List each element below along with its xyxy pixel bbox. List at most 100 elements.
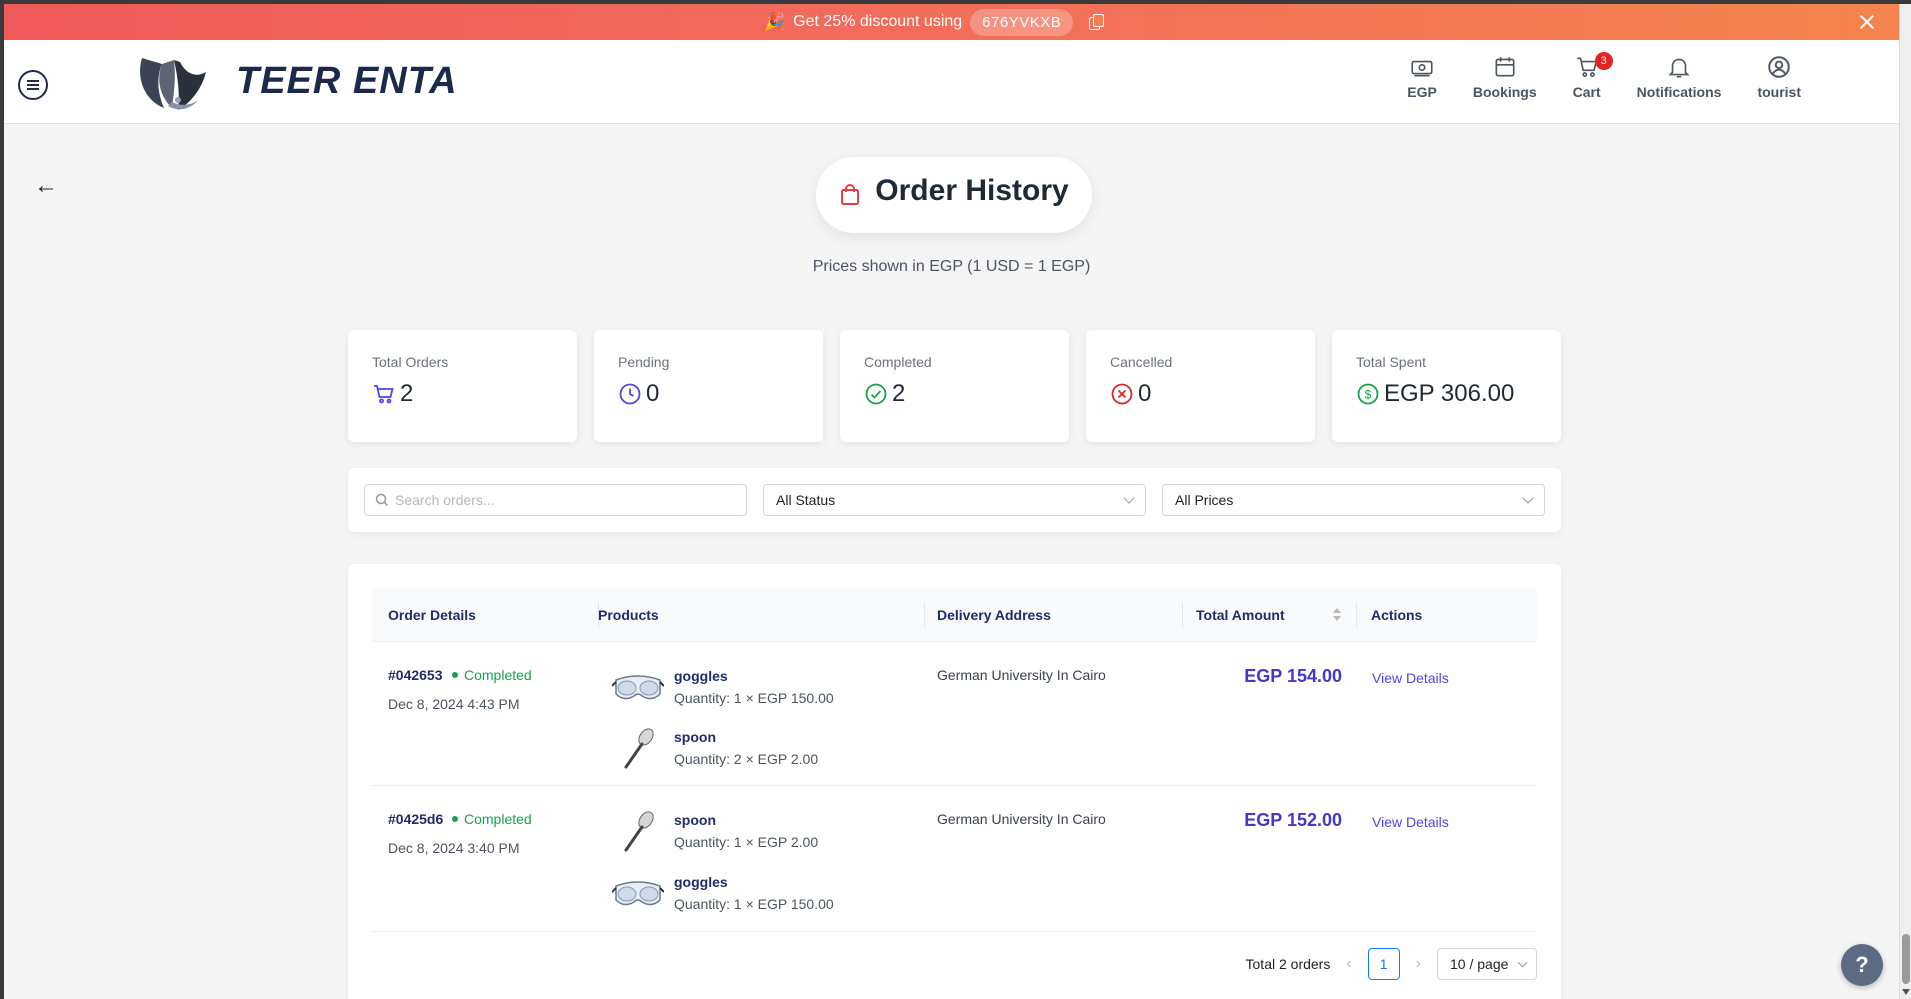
goggles-image (612, 664, 664, 712)
status-text: Completed (464, 811, 532, 827)
svg-text:$: $ (1365, 388, 1372, 402)
orders-table: Order Details Products Delivery Address … (348, 564, 1561, 999)
product-name[interactable]: goggles (674, 668, 834, 684)
spoon-image (612, 808, 664, 856)
back-button[interactable]: ← (34, 172, 58, 200)
scrollbar[interactable] (1899, 4, 1911, 999)
promo-code[interactable]: 676YVKXB (970, 8, 1074, 36)
chevron-down-icon (1522, 492, 1534, 504)
status-filter-value: All Status (776, 492, 836, 508)
status-badge: Completed (452, 811, 532, 827)
order-date: Dec 8, 2024 4:43 PM (388, 696, 520, 712)
prev-page-icon[interactable]: ‹ (1346, 955, 1351, 973)
nav-menu: EGP Bookings 3 Cart Notifications touris… (1389, 52, 1819, 100)
stat-label: Completed (864, 354, 932, 370)
column-total-amount[interactable]: Total Amount (1196, 607, 1285, 623)
nav-cart[interactable]: 3 Cart (1555, 52, 1619, 100)
product-item: goggles Quantity: 1 × EGP 150.00 (612, 870, 834, 918)
view-details-link[interactable]: View Details (1372, 670, 1449, 686)
dollar-circle-icon: $ (1357, 383, 1379, 405)
order-date: Dec 8, 2024 3:40 PM (388, 840, 520, 856)
stats-row: Total Orders 2 Pending 0 Completed 2 Can… (348, 330, 1561, 442)
product-quantity: Quantity: 1 × EGP 2.00 (674, 834, 819, 850)
cart-count-badge: 3 (1594, 52, 1613, 70)
currency-icon (1411, 60, 1433, 77)
delivery-address: German University In Cairo (937, 811, 1106, 827)
stat-value: 0 (1138, 380, 1152, 407)
goggles-image (612, 870, 664, 918)
product-item: spoon Quantity: 1 × EGP 2.00 (612, 808, 818, 856)
product-name[interactable]: goggles (674, 874, 834, 890)
party-icon: 🎉 (764, 12, 786, 31)
close-icon[interactable] (1857, 12, 1877, 32)
sort-icon[interactable] (1332, 607, 1342, 623)
logo-icon (140, 58, 206, 110)
app-window: 🎉 Get 25% discount using 676YVKXB TEER E… (4, 4, 1899, 999)
order-id[interactable]: #0425d6 (388, 811, 443, 827)
nav-notifications-label: Notifications (1636, 84, 1722, 100)
order-total: EGP 152.00 (1244, 810, 1342, 830)
brand-name[interactable]: TEER ENTA (236, 60, 458, 103)
order-id[interactable]: #042653 (388, 667, 443, 683)
hamburger-menu-button[interactable] (18, 70, 48, 100)
help-button[interactable]: ? (1841, 944, 1883, 986)
nav-bookings-label: Bookings (1472, 84, 1537, 100)
column-delivery-address: Delivery Address (937, 607, 1051, 623)
price-filter-value: All Prices (1175, 492, 1234, 508)
stat-total-spent: Total Spent $ EGP 306.00 (1332, 330, 1561, 442)
search-input[interactable] (395, 492, 735, 508)
column-actions: Actions (1371, 607, 1423, 623)
currency-note: Prices shown in EGP (1 USD = 1 EGP) (812, 258, 1091, 275)
top-navbar: TEER ENTA EGP Bookings 3 Cart Notificati… (4, 40, 1899, 124)
chevron-down-icon (1517, 957, 1528, 968)
view-details-link[interactable]: View Details (1372, 814, 1449, 830)
promo-banner: 🎉 Get 25% discount using 676YVKXB (4, 4, 1899, 40)
product-name[interactable]: spoon (674, 729, 818, 745)
page-size-select[interactable]: 10 / page (1437, 948, 1537, 980)
product-quantity: Quantity: 1 × EGP 150.00 (674, 896, 834, 912)
product-quantity: Quantity: 1 × EGP 150.00 (674, 690, 834, 706)
user-icon (1768, 56, 1790, 78)
nav-cart-label: Cart (1572, 84, 1601, 100)
copy-icon[interactable] (1089, 14, 1105, 30)
product-name[interactable]: spoon (674, 812, 818, 828)
promo-text: Get 25% discount using (793, 13, 963, 30)
x-circle-icon (1111, 383, 1133, 405)
nav-user-label: tourist (1757, 84, 1801, 100)
table-row: #042653 Completed Dec 8, 2024 4:43 PM go… (372, 642, 1537, 786)
order-total: EGP 154.00 (1244, 666, 1342, 686)
search-icon (375, 493, 389, 507)
page-button[interactable]: 1 (1367, 948, 1400, 980)
stat-label: Total Spent (1356, 354, 1427, 370)
nav-currency[interactable]: EGP (1389, 54, 1455, 100)
product-item: spoon Quantity: 2 × EGP 2.00 (612, 725, 818, 773)
calendar-icon (1495, 57, 1515, 77)
search-box[interactable] (364, 484, 747, 516)
table-header: Order Details Products Delivery Address … (372, 588, 1537, 642)
column-order-details: Order Details (388, 607, 476, 623)
nav-user[interactable]: tourist (1739, 54, 1819, 100)
pagination-total: Total 2 orders (1245, 956, 1331, 972)
chevron-down-icon (1123, 492, 1135, 504)
next-page-icon[interactable]: › (1416, 955, 1421, 973)
price-filter-select[interactable]: All Prices (1162, 484, 1545, 516)
nav-bookings[interactable]: Bookings (1455, 54, 1555, 100)
page-title-card: Order History (816, 157, 1092, 233)
column-products: Products (598, 607, 659, 623)
stat-completed: Completed 2 (840, 330, 1069, 442)
spoon-image (612, 725, 664, 773)
status-filter-select[interactable]: All Status (763, 484, 1146, 516)
stat-label: Cancelled (1110, 354, 1173, 370)
page-title: Order History (875, 174, 1069, 207)
stat-value: 0 (646, 380, 660, 407)
stat-cancelled: Cancelled 0 (1086, 330, 1315, 442)
nav-notifications[interactable]: Notifications (1619, 54, 1740, 100)
stat-value: EGP 306.00 (1384, 380, 1515, 407)
page-size-value: 10 / page (1450, 956, 1509, 972)
product-quantity: Quantity: 2 × EGP 2.00 (674, 751, 819, 767)
pagination: Total 2 orders ‹ 1 › 10 / page (1246, 948, 1537, 980)
table-row: #0425d6 Completed Dec 8, 2024 3:40 PM sp… (372, 786, 1537, 932)
status-text: Completed (464, 667, 532, 683)
shopping-bag-icon (841, 184, 860, 205)
cart-icon (374, 385, 394, 404)
